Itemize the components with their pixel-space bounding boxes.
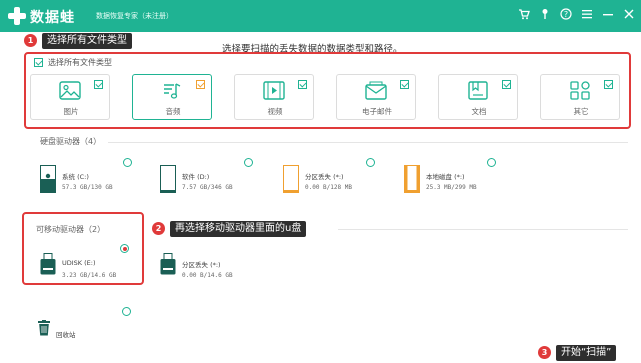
type-audio-checkbox[interactable] xyxy=(196,80,205,89)
image-icon xyxy=(59,81,81,100)
drive-name: 本地磁盘 (*:) xyxy=(426,173,465,181)
type-card-video[interactable]: 视频 xyxy=(234,74,314,120)
drive-software-d-radio[interactable] xyxy=(244,158,253,167)
drive-lost-partition-radio[interactable] xyxy=(366,158,375,167)
help-icon[interactable]: ? xyxy=(560,8,572,22)
window-controls: ? xyxy=(518,8,635,22)
drive-udisk-e-radio[interactable] xyxy=(120,244,129,253)
audio-icon xyxy=(164,83,181,99)
drive-size: 0.00 B/128 MB xyxy=(305,184,352,191)
step3-annotation: 开始“扫描” xyxy=(556,345,617,361)
drive-udisk-e[interactable]: UDISK (E:) 3.23 GB/14.6 GB xyxy=(40,253,140,293)
drive-system-c-radio[interactable] xyxy=(123,158,132,167)
drive-size: 3.23 GB/14.6 GB xyxy=(62,272,117,279)
drive-name: 分区丢失 (*:) xyxy=(305,173,344,181)
select-all-label: 选择所有文件类型 xyxy=(48,58,112,67)
recycle-bin-label: 回收站 xyxy=(56,331,76,339)
recycle-bin-radio[interactable] xyxy=(122,307,131,316)
drive-size: 0.00 B/14.6 GB xyxy=(182,272,233,279)
type-card-document[interactable]: 文档 xyxy=(438,74,518,120)
key-icon[interactable] xyxy=(539,8,551,22)
minimize-icon[interactable] xyxy=(602,8,614,22)
file-type-list: 图片 音频 视频 电子邮件 文档 其它 xyxy=(30,74,620,122)
drive-lost-partition-usb[interactable]: 分区丢失 (*:) 0.00 B/14.6 GB xyxy=(160,253,260,293)
removable-drives-title: 可移动驱动器（2） xyxy=(36,225,106,234)
hard-drives-title: 硬盘驱动器（4） xyxy=(40,137,102,146)
drive-icon xyxy=(283,165,299,193)
drive-name: 软件 (D:) xyxy=(182,173,210,181)
app-subtitle: 数据恢复专家（未注册） xyxy=(96,12,173,20)
svg-text:?: ? xyxy=(564,10,568,19)
app-name: 数据蛙 xyxy=(30,10,75,26)
type-audio-label: 音频 xyxy=(165,107,181,116)
usb-drive-icon xyxy=(160,253,176,275)
type-other-checkbox[interactable] xyxy=(604,80,613,89)
drive-icon xyxy=(40,165,56,193)
section-divider xyxy=(338,229,628,230)
menu-icon[interactable] xyxy=(581,8,593,22)
drive-lost-partition[interactable]: 分区丢失 (*:) 0.00 B/128 MB xyxy=(283,165,383,205)
title-bar: 数据蛙 数据恢复专家（未注册） ? xyxy=(0,0,641,32)
recycle-bin-icon[interactable] xyxy=(38,320,50,336)
step3-badge: 3 xyxy=(538,346,551,359)
type-document-label: 文档 xyxy=(471,107,487,116)
drive-local-disk-radio[interactable] xyxy=(487,158,496,167)
type-card-other[interactable]: 其它 xyxy=(540,74,620,120)
select-all-types[interactable]: 选择所有文件类型 xyxy=(34,57,112,68)
video-icon xyxy=(263,81,285,100)
drive-name: 系统 (C:) xyxy=(62,173,89,181)
other-icon xyxy=(570,81,590,100)
type-email-checkbox[interactable] xyxy=(400,80,409,89)
drive-icon xyxy=(160,165,176,193)
type-card-image[interactable]: 图片 xyxy=(30,74,110,120)
type-card-email[interactable]: 电子邮件 xyxy=(336,74,416,120)
cart-icon[interactable] xyxy=(518,8,530,22)
drive-size: 7.57 GB/346 GB xyxy=(182,184,233,191)
logo-icon xyxy=(8,7,26,25)
type-other-label: 其它 xyxy=(573,107,589,116)
select-all-checkbox[interactable] xyxy=(34,58,43,67)
step1-badge: 1 xyxy=(24,34,37,47)
type-video-label: 视频 xyxy=(267,107,283,116)
step1-annotation: 选择所有文件类型 xyxy=(42,33,132,49)
step2-annotation: 再选择移动驱动器里面的u盘 xyxy=(170,221,307,237)
type-image-checkbox[interactable] xyxy=(94,80,103,89)
usb-drive-icon xyxy=(40,253,56,275)
drive-name: UDISK (E:) xyxy=(62,259,96,267)
type-email-label: 电子邮件 xyxy=(362,107,392,116)
drive-software-d[interactable]: 软件 (D:) 7.57 GB/346 GB xyxy=(160,165,260,205)
email-icon xyxy=(365,81,387,100)
drive-size: 57.3 GB/130 GB xyxy=(62,184,113,191)
type-image-label: 图片 xyxy=(63,107,79,116)
drive-icon xyxy=(404,165,420,193)
section-divider xyxy=(108,142,628,143)
type-card-audio[interactable]: 音频 xyxy=(132,74,212,120)
type-document-checkbox[interactable] xyxy=(502,80,511,89)
close-icon[interactable] xyxy=(623,8,635,22)
drive-local-disk[interactable]: 本地磁盘 (*:) 25.3 MB/299 MB xyxy=(404,165,504,205)
step2-badge: 2 xyxy=(152,222,165,235)
document-icon xyxy=(468,81,488,100)
drive-name: 分区丢失 (*:) xyxy=(182,261,221,269)
drive-system-c[interactable]: 系统 (C:) 57.3 GB/130 GB xyxy=(40,165,140,205)
drive-size: 25.3 MB/299 MB xyxy=(426,184,477,191)
type-video-checkbox[interactable] xyxy=(298,80,307,89)
